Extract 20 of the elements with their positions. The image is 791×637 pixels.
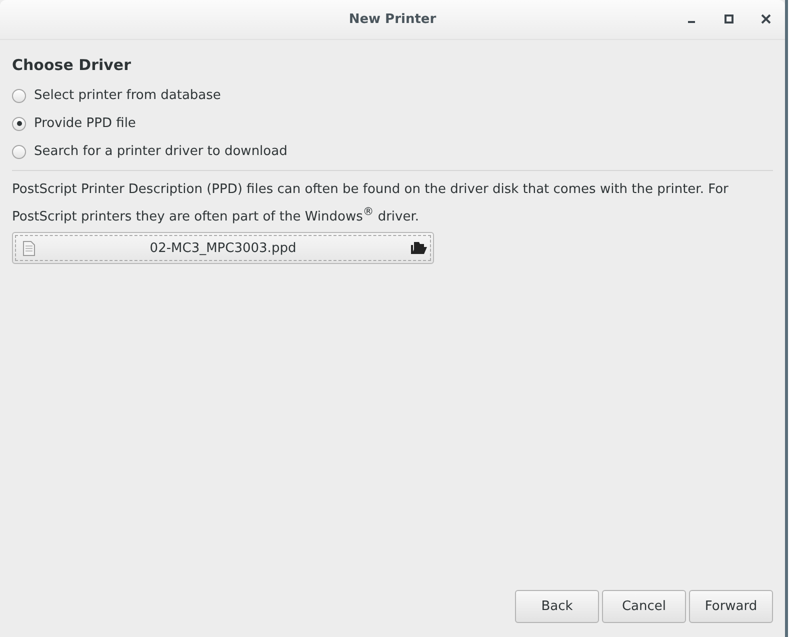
radio-option[interactable]: Select printer from database (12, 88, 773, 103)
radio-button[interactable] (12, 116, 26, 130)
folder-open-icon (411, 241, 427, 256)
close-icon[interactable] (761, 14, 771, 24)
file-chooser-button[interactable]: 02-MC3_MPC3003.ppd (12, 232, 434, 264)
radio-option[interactable]: Search for a printer driver to download (12, 144, 773, 159)
description-text: PostScript Printer Description (PPD) files can often be found on the driver disk that comes with the printer. For PostScript printers they are often part of the Windows$^{®}$ driver. (12, 181, 730, 226)
option-label: Select printer from database (34, 88, 221, 103)
option-label: Provide PPD file (34, 116, 136, 131)
dialog-button[interactable]: Cancel (602, 590, 686, 623)
dialog-button[interactable]: Back (515, 590, 599, 623)
maximize-icon[interactable] (724, 14, 734, 24)
dialog-button[interactable]: Forward (689, 590, 773, 623)
window-title: New Printer (348, 12, 436, 27)
option-label: Search for a printer driver to download (34, 144, 288, 159)
section-heading: Choose Driver (12, 56, 132, 74)
radio-option[interactable]: Provide PPD file (12, 116, 773, 131)
radio-button[interactable] (12, 144, 26, 158)
radio-button[interactable] (12, 88, 26, 102)
document-icon (23, 240, 35, 256)
